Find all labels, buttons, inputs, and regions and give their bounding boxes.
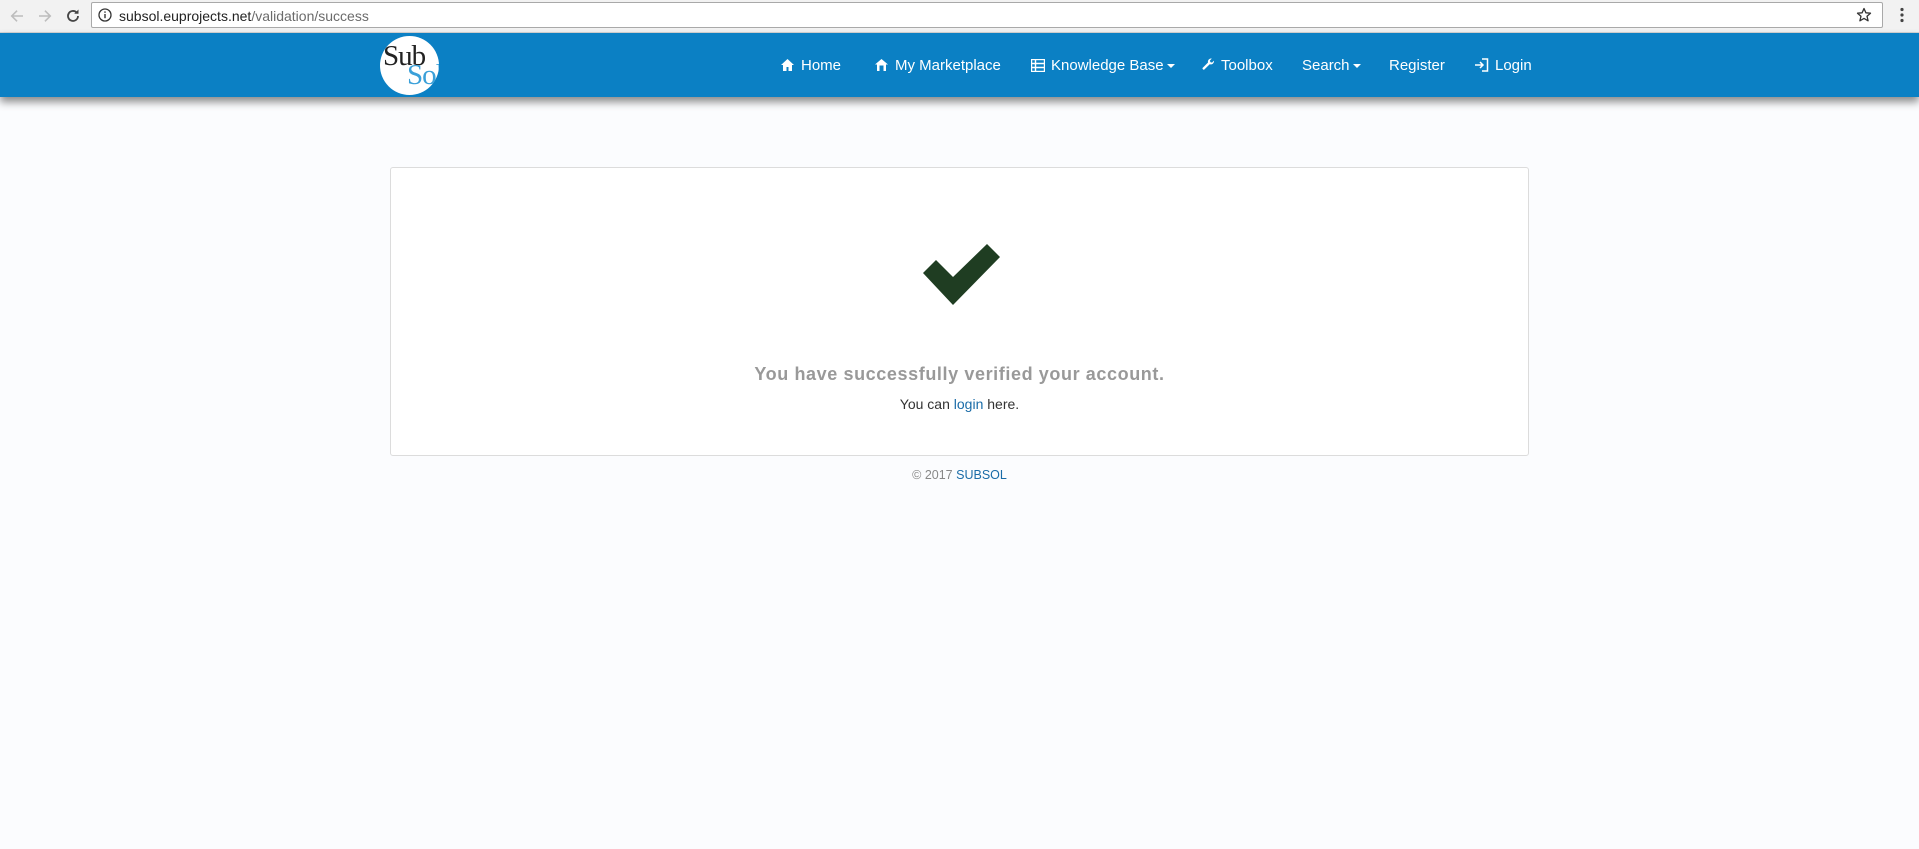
nav-home-label: Home: [801, 56, 842, 74]
forward-button[interactable]: [34, 5, 56, 27]
url-path: /validation/success: [251, 8, 369, 24]
nav-knowledge-base[interactable]: Knowledge Base: [1031, 33, 1175, 97]
forward-arrow-icon: [39, 10, 52, 22]
nav-knowledge-base-label: Knowledge Base: [1051, 56, 1164, 74]
nav-search-label: Search: [1302, 56, 1350, 74]
back-button[interactable]: [6, 5, 28, 27]
login-icon: [1475, 58, 1489, 72]
nav-my-marketplace-label: My Marketplace: [895, 56, 1001, 74]
reload-button[interactable]: [62, 5, 84, 27]
nav-toolbox[interactable]: Toolbox: [1202, 33, 1273, 97]
menu-dots-icon[interactable]: [1899, 7, 1905, 23]
home-icon: [781, 59, 794, 71]
nav-toolbox-label: Toolbox: [1221, 56, 1273, 74]
verification-panel: You have successfully verified your acco…: [390, 167, 1529, 456]
login-link[interactable]: login: [954, 396, 984, 412]
checkmark-icon: [923, 244, 1000, 305]
wrench-icon: [1202, 58, 1214, 70]
nav-register[interactable]: Register: [1389, 33, 1445, 97]
nav-login-label: Login: [1495, 56, 1532, 74]
back-arrow-icon: [10, 10, 23, 22]
site-logo[interactable]: Sub Sol: [380, 36, 439, 95]
star-icon[interactable]: [1856, 7, 1872, 23]
marketplace-icon: [875, 59, 888, 71]
nav-register-label: Register: [1389, 56, 1445, 74]
footer-brand-link[interactable]: SUBSOL: [956, 468, 1007, 482]
chevron-down-icon: [1166, 64, 1175, 68]
address-bar[interactable]: subsol.euprojects.net/validation/success: [91, 2, 1883, 28]
url-text: subsol.euprojects.net/validation/success: [119, 8, 369, 24]
login-prompt-suffix: here.: [987, 396, 1020, 412]
logo-text-sol: Sol: [407, 59, 439, 91]
site-navbar: Sub Sol Home My Marketplace Knowledge Ba…: [0, 33, 1919, 97]
info-icon[interactable]: [98, 8, 112, 22]
chevron-down-icon: [1352, 64, 1361, 68]
nav-my-marketplace[interactable]: My Marketplace: [874, 33, 1001, 97]
login-prompt: You can login here.: [391, 396, 1528, 412]
reload-icon: [67, 9, 79, 22]
nav-home[interactable]: Home: [780, 33, 841, 97]
nav-search[interactable]: Search: [1302, 33, 1361, 97]
url-domain: subsol.euprojects.net: [119, 8, 252, 24]
nav-login[interactable]: Login: [1474, 33, 1532, 97]
footer-copyright: © 2017: [912, 468, 953, 482]
footer: © 2017 SUBSOL: [0, 468, 1919, 482]
table-icon: [1031, 58, 1045, 72]
success-message: You have successfully verified your acco…: [754, 364, 1165, 384]
browser-toolbar: subsol.euprojects.net/validation/success: [0, 0, 1919, 33]
login-prompt-prefix: You can: [899, 396, 950, 412]
